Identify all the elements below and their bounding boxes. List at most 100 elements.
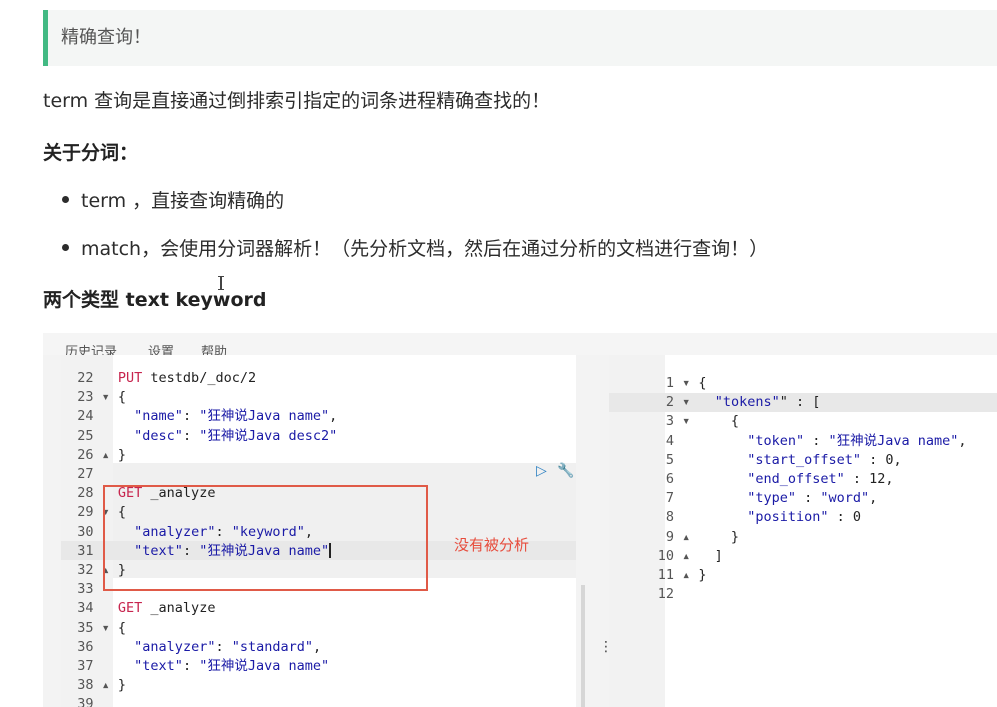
line-number: 2 [609, 394, 683, 411]
code-line: 6 "end_offset" : 12, [609, 470, 967, 489]
tip-accent-bar [43, 10, 48, 66]
code-token: { [698, 413, 740, 430]
code-line: 1 ▾ { [609, 374, 967, 393]
code-line: 7 "type" : "word", [609, 489, 967, 508]
fold-toggle-icon[interactable]: ▾ [682, 394, 698, 410]
fold-toggle-icon[interactable]: ▾ [102, 620, 118, 636]
code-line: 39 [61, 695, 337, 707]
fold-toggle-icon[interactable]: ▴ [682, 529, 698, 545]
code-token: "狂神说Java name" [199, 658, 330, 675]
line-number: 25 [61, 427, 102, 444]
code-line: 36 "analyzer": "standard", [61, 638, 337, 657]
fold-toggle-icon[interactable]: ▴ [682, 548, 698, 564]
line-number: 37 [61, 658, 102, 675]
code-token: "name" [134, 408, 183, 425]
line-number: 27 [61, 466, 102, 483]
menu-settings[interactable]: 设置 [148, 341, 174, 355]
editor-scrollbar[interactable] [581, 585, 585, 707]
code-token: "word" [820, 490, 870, 507]
code-token: "end_offset" [747, 471, 845, 488]
code-token: , [313, 638, 322, 655]
code-token: : [182, 427, 200, 444]
code-token: 0 [852, 509, 862, 526]
code-line: 12 [609, 585, 967, 604]
code-token: ] [698, 547, 723, 564]
highlight-box [103, 485, 428, 591]
code-token: "analyzer" [134, 638, 216, 655]
code-token: } [698, 567, 707, 584]
fold-toggle-icon[interactable]: ▾ [102, 389, 118, 405]
bullet-icon [62, 244, 69, 251]
code-line: 5 "start_offset" : 0, [609, 451, 967, 470]
line-number: 5 [609, 451, 683, 468]
fold-toggle-icon[interactable]: ▾ [682, 375, 698, 391]
console-screenshot: 历史记录 设置 帮助 22 PUT testdb/_doc/2 23 ▾ { 2… [43, 333, 997, 707]
line-number: 10 [609, 547, 683, 564]
code-token: 0 [885, 451, 894, 468]
list-item: match，会使用分词器解析！（先分析文档，然后在通过分析的文档进行查询！） [62, 237, 768, 261]
fold-toggle-icon[interactable]: ▴ [102, 447, 118, 463]
fold-toggle-icon[interactable]: ▴ [682, 567, 698, 583]
code-line: 2 ▾ "tokens"" : [ [609, 393, 967, 412]
code-token: "type" [747, 490, 796, 507]
wrench-icon[interactable]: 🔧 [557, 463, 574, 479]
code-line: 38 ▴ } [61, 676, 337, 695]
bullet-icon [62, 196, 69, 203]
code-token: : [215, 638, 232, 655]
fold-toggle-icon[interactable]: ▴ [102, 677, 118, 693]
tip-box: 精确查询！ [43, 10, 997, 66]
console-menubar: 历史记录 设置 帮助 [43, 333, 997, 355]
code-token: 12 [869, 471, 886, 488]
tip-text: 精确查询！ [61, 27, 151, 48]
line-number: 24 [61, 408, 102, 425]
code-token: "token" [747, 432, 805, 449]
list-item-text: term ，直接查询精确的 [81, 190, 285, 212]
code-token: , [958, 432, 967, 449]
code-token: "狂神说Java desc2" [199, 427, 338, 444]
code-line: 24 "name": "狂神说Java name", [61, 407, 337, 426]
line-number: 4 [609, 432, 683, 449]
line-number: 7 [609, 490, 683, 507]
code-line: 9 ▴ } [609, 528, 967, 547]
code-token: "狂神说Java name" [199, 408, 330, 425]
code-token: "desc" [134, 427, 183, 444]
line-number: 28 [61, 485, 102, 502]
code-token: , [885, 471, 894, 488]
line-number: 22 [61, 370, 102, 386]
code-token: } [117, 446, 127, 463]
code-token: : [182, 408, 200, 425]
code-token: PUT [117, 370, 151, 386]
fold-toggle-icon[interactable]: ▾ [682, 413, 698, 429]
code-token: : [844, 471, 870, 488]
code-line: 22 PUT testdb/_doc/2 [61, 369, 337, 388]
line-number: 35 [61, 619, 102, 636]
code-line: 10 ▴ ] [609, 547, 967, 566]
menu-help[interactable]: 帮助 [201, 341, 227, 355]
code-token: " : [ [779, 394, 821, 411]
code-token: : [804, 432, 829, 449]
line-number: 11 [609, 567, 683, 584]
code-token: "狂神说Java name" [828, 432, 959, 449]
code-token: , [893, 451, 902, 468]
menu-history[interactable]: 历史记录 [65, 341, 117, 355]
play-icon[interactable]: ▷ [536, 463, 547, 479]
line-number: 12 [609, 586, 683, 603]
code-line: 23 ▾ { [61, 388, 337, 407]
code-token: : [861, 451, 886, 468]
list-item-text: match，会使用分词器解析！（先分析文档，然后在通过分析的文档进行查询！） [81, 238, 769, 260]
